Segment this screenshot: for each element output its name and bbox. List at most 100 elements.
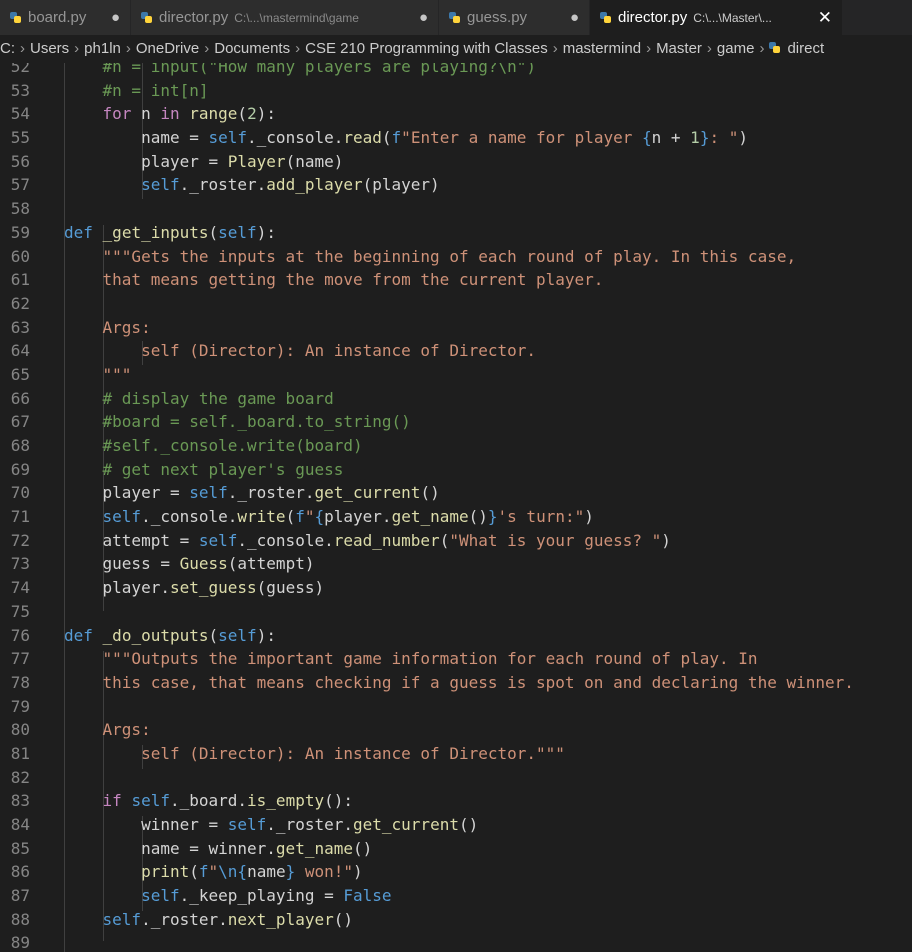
code-line: 88 self._roster.next_player() [0, 908, 912, 932]
code-text[interactable]: #n = int[n] [64, 79, 209, 103]
line-number: 68 [10, 436, 30, 455]
chevron-right-icon: › [125, 40, 131, 57]
breadcrumb-item[interactable]: Users [30, 40, 69, 57]
unsaved-dot-icon[interactable]: ● [570, 9, 579, 26]
chevron-right-icon: › [204, 40, 210, 57]
code-text[interactable]: #self._console.write(board) [64, 434, 363, 458]
line-number: 83 [10, 791, 30, 811]
breadcrumb-item[interactable]: ph1ln [84, 40, 121, 57]
breadcrumb: C: › Users › ph1ln › OneDrive › Documents › CSE 21… [0, 35, 912, 63]
breadcrumb-item[interactable]: mastermind [563, 40, 641, 57]
breadcrumb-item[interactable]: CSE 210 Programming with Classes [305, 40, 548, 57]
code-line: 78 this case, that means checking if a g… [0, 671, 912, 695]
code-text[interactable]: player = self._roster.get_current() [64, 481, 440, 505]
code-text[interactable]: name = winner.get_name() [64, 837, 372, 861]
code-text[interactable]: self (Director): An instance of Director… [64, 742, 565, 766]
tab-guess-py[interactable]: guess.py ● [439, 0, 589, 35]
line-number: 76 [10, 625, 30, 645]
code-text[interactable]: that means getting the move from the cur… [64, 268, 604, 292]
code-text[interactable]: """ [64, 363, 132, 387]
code-line: 54 for n in range(2): [0, 102, 912, 126]
code-text[interactable]: self (Director): An instance of Director… [64, 339, 536, 363]
code-line: 83 if self._board.is_empty(): [0, 789, 912, 813]
code-text[interactable]: print(f"\n{name} won!") [64, 860, 363, 884]
code-text[interactable]: Args: [64, 316, 151, 340]
code-text[interactable]: player = Player(name) [64, 150, 343, 174]
code-line: 56 player = Player(name) [0, 150, 912, 174]
code-line: 64 self (Director): An instance of Direc… [0, 339, 912, 363]
code-text[interactable]: for n in range(2): [64, 102, 276, 126]
close-icon[interactable]: ✕ [818, 8, 832, 28]
code-line: 75 [0, 600, 912, 624]
code-text[interactable]: self._keep_playing = False [64, 884, 391, 908]
chevron-right-icon: › [295, 40, 301, 57]
code-line: 68 #self._console.write(board) [0, 434, 912, 458]
code-text[interactable]: self._roster.next_player() [64, 908, 353, 932]
breadcrumb-item[interactable]: game [717, 40, 755, 57]
code-text[interactable]: name = self._console.read(f"Enter a name… [64, 126, 748, 150]
code-line: 73 guess = Guess(attempt) [0, 552, 912, 576]
unsaved-dot-icon[interactable]: ● [111, 9, 120, 26]
code-line: 87 self._keep_playing = False [0, 884, 912, 908]
code-line: 53 #n = int[n] [0, 79, 912, 103]
code-line: 79 [0, 695, 912, 719]
code-text[interactable]: winner = self._roster.get_current() [64, 813, 478, 837]
chevron-right-icon: › [706, 40, 712, 57]
code-line: 77 """Outputs the important game informa… [0, 647, 912, 671]
code-line: 86 print(f"\n{name} won!") [0, 860, 912, 884]
unsaved-dot-icon[interactable]: ● [419, 9, 428, 26]
code-line: 71 self._console.write(f"{player.get_nam… [0, 505, 912, 529]
breadcrumb-item[interactable]: C: [0, 40, 15, 57]
code-text[interactable]: # display the game board [64, 387, 334, 411]
code-text[interactable]: #board = self._board.to_string() [64, 410, 411, 434]
code-text[interactable]: self._console.write(f"{player.get_name()… [64, 505, 594, 529]
breadcrumb-item[interactable]: Documents [214, 40, 290, 57]
line-number: 61 [10, 270, 30, 290]
chevron-right-icon: › [646, 40, 652, 57]
code-text[interactable]: # get next player's guess [64, 458, 344, 482]
breadcrumb-item[interactable]: direct [787, 40, 824, 57]
code-line: 65 """ [0, 363, 912, 387]
line-number: 79 [10, 696, 30, 716]
code-text[interactable]: guess = Guess(attempt) [64, 552, 315, 576]
code-editor[interactable]: 52 #n = input("How many players are play… [0, 63, 912, 952]
code-line: 89 [0, 931, 912, 952]
code-text[interactable]: def _do_outputs(self): [64, 624, 276, 648]
line-number: 72 [10, 530, 30, 550]
code-line: 67 #board = self._board.to_string() [0, 410, 912, 434]
line-number: 60 [10, 246, 30, 266]
code-text[interactable]: if self._board.is_empty(): [64, 789, 353, 813]
chevron-right-icon: › [759, 40, 765, 57]
code-text[interactable]: Args: [64, 718, 151, 742]
code-line: 58 [0, 197, 912, 221]
code-text[interactable]: #n = input("How many players are playing… [64, 63, 536, 79]
line-number: 70 [10, 483, 30, 503]
code-text[interactable]: attempt = self._console.read_number("Wha… [64, 529, 671, 553]
code-line: 63 Args: [0, 316, 912, 340]
chevron-right-icon: › [552, 40, 558, 57]
breadcrumb-item[interactable]: OneDrive [136, 40, 199, 57]
code-text[interactable]: def _get_inputs(self): [64, 221, 276, 245]
code-line: 74 player.set_guess(guess) [0, 576, 912, 600]
tab-director-py-master[interactable]: director.py C:\...\Master\... ✕ [590, 0, 842, 35]
line-number: 56 [10, 151, 30, 171]
tab-description: C:\...\mastermind\game [234, 10, 359, 25]
line-number: 66 [10, 388, 30, 408]
code-text[interactable]: """Outputs the important game informatio… [64, 647, 758, 671]
code-text[interactable]: self._roster.add_player(player) [64, 173, 440, 197]
code-text[interactable]: this case, that means checking if a gues… [64, 671, 854, 695]
line-number: 75 [10, 601, 30, 621]
python-file-icon [600, 12, 611, 23]
tab-director-py-game[interactable]: director.py C:\...\mastermind\game ● [131, 0, 438, 35]
line-number: 74 [10, 578, 30, 598]
python-file-icon [10, 12, 21, 23]
tab-board-py[interactable]: board.py ● [0, 0, 130, 35]
tab-label: board.py [28, 9, 87, 26]
code-text[interactable]: """Gets the inputs at the beginning of e… [64, 245, 797, 269]
breadcrumb-item[interactable]: Master [656, 40, 702, 57]
line-number: 63 [10, 317, 30, 337]
code-text[interactable]: player.set_guess(guess) [64, 576, 325, 600]
code-line: 76 def _do_outputs(self): [0, 624, 912, 648]
line-number: 86 [10, 862, 30, 882]
code-line: 61 that means getting the move from the … [0, 268, 912, 292]
